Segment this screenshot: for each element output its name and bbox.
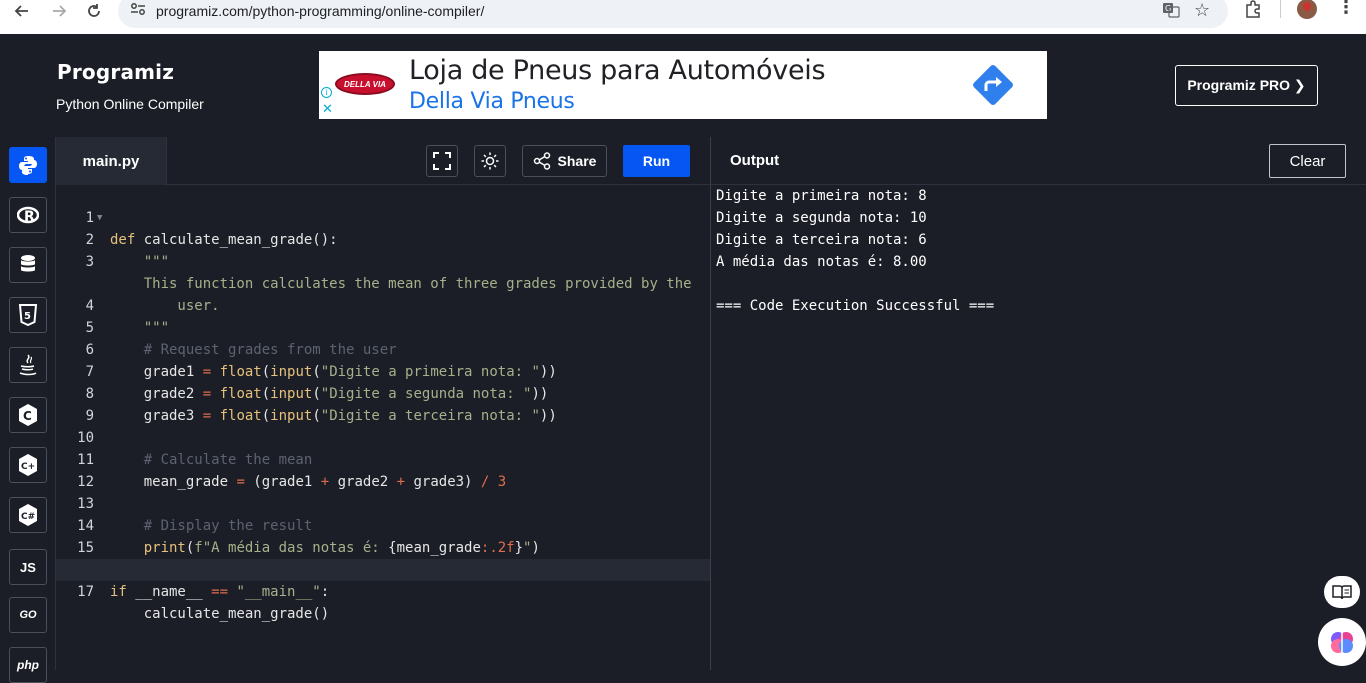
page-subtitle: Python Online Compiler bbox=[56, 96, 204, 112]
theme-toggle-sun-icon[interactable] bbox=[474, 145, 506, 177]
code-line[interactable]: 14 print(f"A média das notas é: {mean_gr… bbox=[56, 493, 710, 556]
output-line: === Code Execution Successful === bbox=[716, 298, 995, 314]
bookmark-star-icon[interactable]: ☆ bbox=[1194, 0, 1210, 21]
output-header: Output Clear bbox=[710, 137, 1366, 185]
code-line[interactable]: 6 grade1 = float(input("Digite a primeir… bbox=[56, 317, 710, 380]
ai-assistant-brain-icon[interactable] bbox=[1318, 618, 1366, 666]
code-line[interactable]: 3 This function calculates the mean of t… bbox=[56, 229, 710, 292]
code-line[interactable]: 12 bbox=[56, 449, 710, 490]
php-language-icon[interactable]: php bbox=[9, 647, 47, 683]
python-icon[interactable] bbox=[9, 147, 47, 183]
code-line[interactable]: 1 ▼ def calculate_mean_grade(): bbox=[56, 185, 710, 248]
output-line: Digite a primeira nota: 8 bbox=[716, 188, 927, 204]
output-line: Digite a segunda nota: 10 bbox=[716, 210, 927, 226]
output-line: A média das notas é: 8.00 bbox=[716, 254, 927, 270]
code-line[interactable]: 16▼ if __name__ == "__main__": bbox=[56, 537, 710, 600]
share-label: Share bbox=[557, 153, 597, 169]
ad-subtitle[interactable]: Della Via Pneus bbox=[409, 89, 575, 114]
toolbar-divider bbox=[1280, 0, 1281, 18]
code-line[interactable]: 10 # Calculate the mean bbox=[56, 405, 710, 468]
url-text[interactable]: programiz.com/python-programming/online-… bbox=[156, 3, 484, 19]
svg-text:C+: C+ bbox=[21, 462, 35, 472]
code-line[interactable]: 9 bbox=[56, 383, 710, 424]
code-line[interactable]: 5 # Request grades from the user bbox=[56, 295, 710, 358]
ad-banner[interactable]: DELLA VIA Loja de Pneus para Automóveis … bbox=[319, 51, 1047, 119]
site-settings-icon[interactable] bbox=[130, 2, 146, 21]
run-button[interactable]: Run bbox=[623, 145, 690, 177]
code-line[interactable]: 2 """ bbox=[56, 207, 710, 270]
directions-arrow-icon[interactable] bbox=[969, 61, 1017, 114]
programiz-pro-button[interactable]: Programiz PRO ❯ bbox=[1175, 65, 1318, 106]
browser-toolbar: programiz.com/python-programming/online-… bbox=[0, 0, 1366, 34]
programiz-logo[interactable]: Programiz bbox=[57, 60, 174, 84]
translate-icon[interactable]: G bbox=[1162, 2, 1180, 23]
go-language-icon[interactable]: GO bbox=[9, 597, 47, 633]
java-icon[interactable] bbox=[9, 347, 47, 383]
c-language-icon[interactable]: C bbox=[9, 397, 47, 433]
language-sidebar: R 5 C C+ C# JS GO php bbox=[0, 137, 56, 683]
forward-icon[interactable] bbox=[49, 1, 69, 21]
code-line-wrap[interactable]: user. bbox=[56, 251, 710, 314]
csharp-language-icon[interactable]: C# bbox=[9, 497, 47, 533]
html5-icon[interactable]: 5 bbox=[9, 297, 47, 333]
output-console: Digite a primeira nota: 8 Digite a segun… bbox=[710, 185, 1366, 670]
share-icon bbox=[533, 152, 550, 170]
address-bar[interactable]: programiz.com/python-programming/online-… bbox=[118, 0, 1228, 28]
ad-title[interactable]: Loja de Pneus para Automóveis bbox=[409, 55, 826, 86]
code-line-current[interactable]: 17 calculate_mean_grade() bbox=[56, 559, 710, 622]
javascript-icon[interactable]: JS bbox=[9, 549, 47, 585]
back-icon[interactable] bbox=[12, 1, 32, 21]
share-button[interactable]: Share bbox=[522, 145, 607, 177]
code-line[interactable]: 8 grade3 = float(input("Digite a terceir… bbox=[56, 361, 710, 424]
clear-button[interactable]: Clear bbox=[1269, 144, 1346, 178]
ad-info-icon[interactable]: i bbox=[321, 87, 332, 98]
code-line[interactable]: 4 """ bbox=[56, 273, 710, 336]
output-line: Digite a terceira nota: 6 bbox=[716, 232, 927, 248]
sql-database-icon[interactable] bbox=[9, 247, 47, 283]
site-header: Programiz Python Online Compiler DELLA V… bbox=[0, 34, 1366, 136]
book-reader-icon[interactable] bbox=[1324, 576, 1360, 608]
svg-text:5: 5 bbox=[24, 311, 31, 322]
code-line[interactable]: 15 bbox=[56, 515, 710, 556]
cpp-language-icon[interactable]: C+ bbox=[9, 447, 47, 483]
profile-avatar[interactable] bbox=[1297, 0, 1317, 19]
svg-text:C: C bbox=[23, 409, 32, 423]
ad-close-icon[interactable]: ✕ bbox=[322, 101, 333, 117]
editor-toolbar: main.py Share Run bbox=[56, 137, 710, 185]
tab-main-py[interactable]: main.py bbox=[56, 137, 167, 185]
svg-text:C#: C# bbox=[21, 512, 35, 522]
code-editor[interactable]: 1 ▼ def calculate_mean_grade(): 2 """ 3 T… bbox=[56, 185, 710, 670]
svg-text:R: R bbox=[24, 209, 35, 225]
reload-icon[interactable] bbox=[84, 1, 104, 21]
output-title: Output bbox=[730, 152, 780, 169]
r-language-icon[interactable]: R bbox=[9, 197, 47, 233]
code-line[interactable]: 13 # Display the result bbox=[56, 471, 710, 534]
code-line[interactable]: 7 grade2 = float(input("Digite a segunda… bbox=[56, 339, 710, 402]
ad-brand-logo: DELLA VIA bbox=[335, 73, 395, 95]
fullscreen-icon[interactable] bbox=[426, 145, 458, 177]
code-line[interactable]: 11 mean_grade = (grade1 + grade2 + grade… bbox=[56, 427, 710, 490]
svg-text:G: G bbox=[1165, 4, 1171, 13]
menu-icon[interactable]: ⋮ bbox=[1337, 0, 1355, 18]
extensions-icon[interactable] bbox=[1244, 0, 1262, 23]
